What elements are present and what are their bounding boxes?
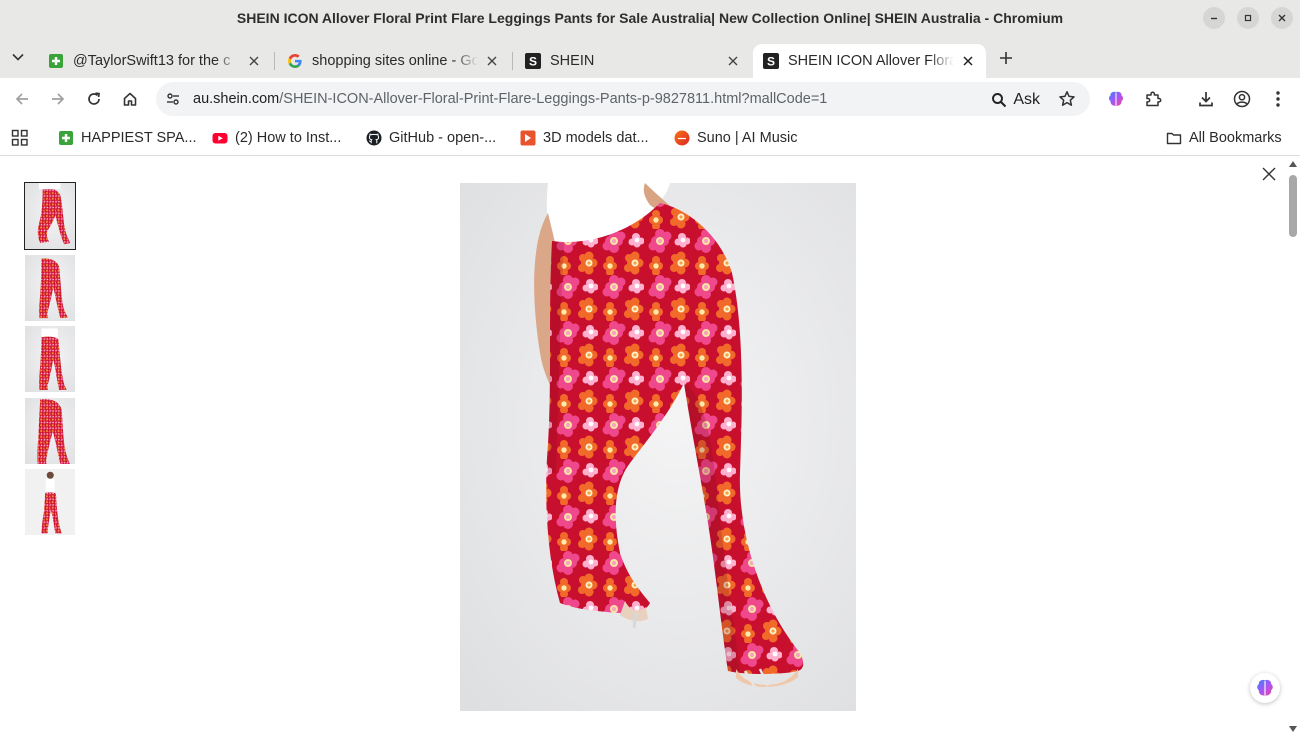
url-text[interactable]: au.shein.com/SHEIN-ICON-Allover-Floral-P… xyxy=(193,91,827,107)
plus-icon xyxy=(1000,52,1012,64)
bookmarks-bar: HAPPIEST SPA... (2) How to Inst... GitHu… xyxy=(0,120,1300,156)
thumbnail-1[interactable] xyxy=(24,182,76,250)
scrollbar-thumb[interactable] xyxy=(1289,175,1297,237)
arrow-right-icon xyxy=(52,93,65,105)
scroll-down-arrow-icon[interactable] xyxy=(1289,726,1297,732)
svg-text:S: S xyxy=(529,55,537,69)
bookmark-youtube[interactable]: (2) How to Inst... xyxy=(212,128,341,148)
download-icon xyxy=(1199,92,1213,107)
bookmark-happiest-spa[interactable]: HAPPIEST SPA... xyxy=(58,128,197,148)
thumbnail-2[interactable] xyxy=(25,254,75,321)
thumbnail-list xyxy=(24,182,76,541)
thumbnail-4[interactable] xyxy=(25,397,75,464)
tab-close-icon[interactable] xyxy=(246,53,262,69)
home-button[interactable] xyxy=(119,88,141,110)
minimize-button[interactable] xyxy=(1203,7,1225,29)
bookmark-3d-models[interactable]: 3D models dat... xyxy=(520,128,649,148)
tab-google-search[interactable]: shopping sites online - Go xyxy=(277,44,510,78)
tab-divider xyxy=(512,52,513,70)
forward-button[interactable] xyxy=(47,88,69,110)
account-icon xyxy=(1233,90,1251,108)
bookmark-label: 3D models dat... xyxy=(543,130,649,146)
tab-close-icon[interactable] xyxy=(960,53,976,69)
ask-label: Ask xyxy=(1013,91,1040,108)
tab-shein[interactable]: S SHEIN xyxy=(515,44,751,78)
close-viewer-icon[interactable] xyxy=(1261,166,1277,182)
bookmark-label: HAPPIEST SPA... xyxy=(81,130,197,146)
bookmark-label: (2) How to Inst... xyxy=(235,130,342,146)
close-window-button[interactable] xyxy=(1271,7,1293,29)
bookmark-suno[interactable]: Suno | AI Music xyxy=(674,128,797,148)
tab-search-button[interactable] xyxy=(9,48,27,66)
tab-label: shopping sites online - Go xyxy=(312,53,478,69)
ai-extension-button[interactable] xyxy=(1105,88,1127,110)
folder-icon xyxy=(1166,130,1182,146)
tab-label: SHEIN xyxy=(550,53,595,69)
3d-models-favicon-icon xyxy=(520,130,536,146)
downloads-button[interactable] xyxy=(1195,88,1217,110)
tab-label: @TaylorSwift13 for the c xyxy=(73,53,231,69)
thumbnail-5[interactable] xyxy=(25,469,75,535)
url-host: au.shein.com xyxy=(193,91,280,107)
reload-icon xyxy=(88,92,100,105)
address-bar[interactable]: au.shein.com/SHEIN-ICON-Allover-Floral-P… xyxy=(156,82,1090,116)
new-tab-button[interactable] xyxy=(996,48,1016,68)
profile-button[interactable] xyxy=(1231,88,1253,110)
back-button[interactable] xyxy=(11,88,33,110)
google-favicon-icon xyxy=(287,53,303,69)
youtube-favicon-icon xyxy=(212,130,228,146)
apps-grid-icon[interactable] xyxy=(11,129,29,147)
green-plus-favicon-icon xyxy=(58,130,74,146)
home-icon xyxy=(123,92,137,106)
brain-icon xyxy=(1109,91,1123,106)
green-plus-favicon-icon xyxy=(48,53,64,69)
minimize-icon xyxy=(1211,17,1217,20)
bookmark-label: Suno | AI Music xyxy=(697,130,798,146)
reload-button[interactable] xyxy=(83,88,105,110)
bookmark-label: GitHub - open-... xyxy=(389,130,497,146)
window-titlebar: SHEIN ICON Allover Floral Print Flare Le… xyxy=(0,0,1300,36)
tab-close-icon[interactable] xyxy=(484,53,500,69)
scroll-up-arrow-icon[interactable] xyxy=(1289,161,1297,167)
window-title: SHEIN ICON Allover Floral Print Flare Le… xyxy=(236,10,1064,26)
ask-button[interactable]: Ask xyxy=(991,89,1040,111)
maximize-icon xyxy=(1244,14,1252,22)
extensions-button[interactable] xyxy=(1142,88,1164,110)
ai-assistant-button[interactable] xyxy=(1250,673,1280,703)
browser-toolbar: au.shein.com/SHEIN-ICON-Allover-Floral-P… xyxy=(0,78,1300,120)
page-scrollbar[interactable] xyxy=(1286,157,1300,736)
site-info-icon[interactable] xyxy=(164,90,182,108)
puzzle-icon xyxy=(1146,91,1162,107)
bookmark-star-icon[interactable] xyxy=(1058,90,1076,108)
product-image-viewer xyxy=(0,157,1300,736)
all-bookmarks-button[interactable]: All Bookmarks xyxy=(1166,128,1282,148)
tab-taylorswift[interactable]: @TaylorSwift13 for the c xyxy=(38,44,272,78)
brain-icon xyxy=(1257,679,1273,696)
shein-favicon-icon: S xyxy=(763,53,779,69)
bookmark-github[interactable]: GitHub - open-... xyxy=(366,128,496,148)
tab-label: SHEIN ICON Allover Flora xyxy=(788,53,954,69)
browser-menu-button[interactable] xyxy=(1267,88,1289,110)
close-icon xyxy=(1278,14,1286,22)
maximize-button[interactable] xyxy=(1237,7,1259,29)
tab-divider xyxy=(274,52,275,70)
main-product-image xyxy=(460,183,856,711)
suno-favicon-icon xyxy=(674,130,690,146)
tab-shein-product[interactable]: S SHEIN ICON Allover Flora xyxy=(753,44,986,78)
more-vertical-icon xyxy=(1276,91,1280,107)
tab-close-icon[interactable] xyxy=(725,53,741,69)
tab-strip: @TaylorSwift13 for the c shopping sites … xyxy=(0,36,1300,78)
search-icon xyxy=(992,93,1007,108)
github-favicon-icon xyxy=(366,130,382,146)
arrow-left-icon xyxy=(15,93,28,105)
svg-text:S: S xyxy=(767,55,775,69)
thumbnail-3[interactable] xyxy=(25,326,75,392)
all-bookmarks-label: All Bookmarks xyxy=(1189,130,1282,146)
url-path: /SHEIN-ICON-Allover-Floral-Print-Flare-L… xyxy=(279,91,828,107)
shein-favicon-icon: S xyxy=(525,53,541,69)
chevron-down-icon xyxy=(12,53,24,61)
